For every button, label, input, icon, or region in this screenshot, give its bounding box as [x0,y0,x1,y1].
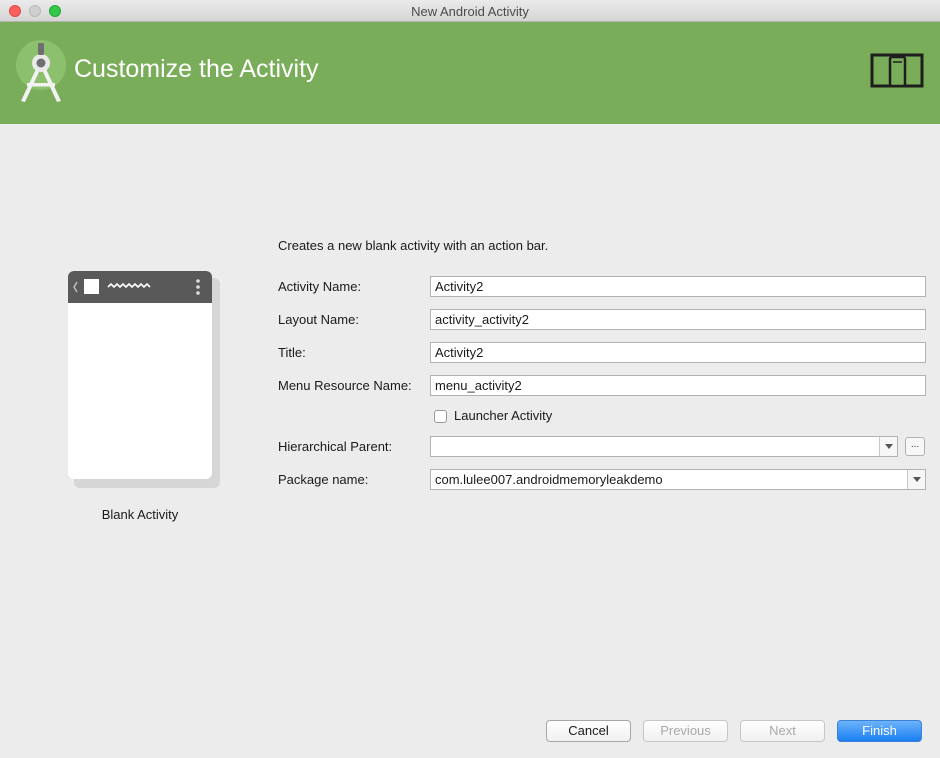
android-studio-icon [16,40,66,102]
layout-name-label: Layout Name: [278,312,359,327]
template-preview: Blank Activity [68,271,220,522]
launcher-activity-label[interactable]: Launcher Activity [454,408,552,423]
template-description: Creates a new blank activity with an act… [278,238,549,253]
launcher-activity-checkbox[interactable] [434,410,447,423]
activity-name-input[interactable]: Activity2 [430,276,926,297]
devices-icon [870,53,924,88]
browse-parent-button[interactable]: ... [905,437,925,456]
mock-action-bar [68,271,212,303]
chevron-down-icon[interactable] [879,437,897,456]
window-titlebar: New Android Activity [0,0,940,22]
template-label: Blank Activity [101,507,179,522]
next-button[interactable]: Next [740,720,825,742]
menu-resource-name-input[interactable]: menu_activity2 [430,375,926,396]
package-name-combo[interactable]: com.lulee007.androidmemoryleakdemo [430,469,926,490]
window-title: New Android Activity [411,4,529,19]
hierarchical-parent-label: Hierarchical Parent: [278,439,393,454]
activity-name-label: Activity Name: [278,279,362,294]
package-name-label: Package name: [278,472,369,487]
menu-resource-name-label: Menu Resource Name: [278,378,412,393]
phone-mockup [68,271,212,479]
cancel-button[interactable]: Cancel [546,720,631,742]
chevron-down-icon[interactable] [907,470,925,489]
finish-button[interactable]: Finish [837,720,922,742]
package-name-value: com.lulee007.androidmemoryleakdemo [435,472,663,487]
banner-title: Customize the Activity [74,55,319,83]
title-input[interactable]: Activity2 [430,342,926,363]
hierarchical-parent-combo[interactable] [430,436,898,457]
title-label: Title: [278,345,306,360]
previous-button[interactable]: Previous [643,720,728,742]
header-banner: Customize the Activity [0,22,940,124]
action-bar-glyphs-icon [73,279,200,295]
layout-name-input[interactable]: activity_activity2 [430,309,926,330]
